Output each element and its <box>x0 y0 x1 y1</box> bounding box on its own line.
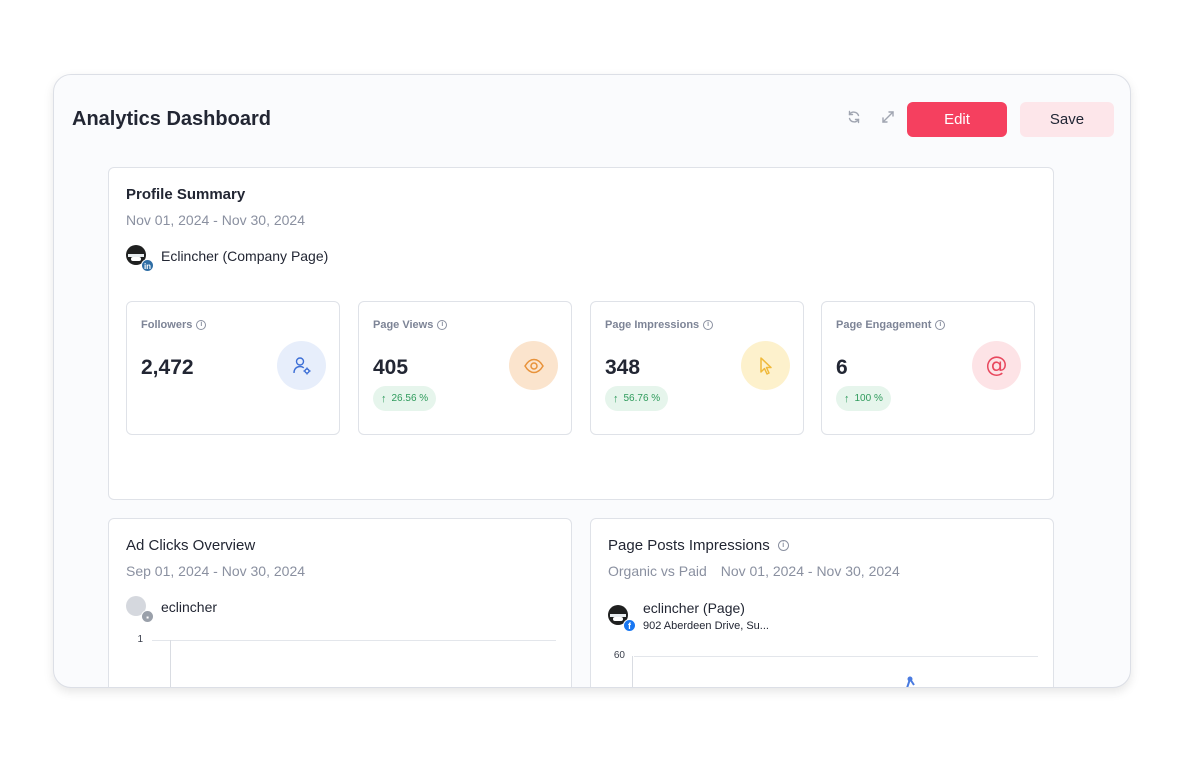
account-selector[interactable]: in Eclincher (Company Page) <box>126 244 329 272</box>
metric-value: 2,472 <box>141 356 194 379</box>
series-line <box>906 676 915 687</box>
trend-badge: ↑ 26.56 % <box>373 386 437 411</box>
avatar: in <box>126 245 154 272</box>
info-icon[interactable]: i <box>196 320 207 330</box>
metric-value: 405 <box>373 356 409 379</box>
account-address: 902 Aberdeen Drive, Su... <box>643 620 769 632</box>
page-title: Analytics Dashboard <box>72 108 271 130</box>
gridline <box>152 640 556 641</box>
y-axis <box>632 656 633 687</box>
linkedin-icon: in <box>141 259 154 272</box>
metric-label: Page Views <box>373 319 434 331</box>
expand-icon[interactable] <box>879 108 897 126</box>
info-icon[interactable]: i <box>777 540 789 551</box>
y-tick-label: 1 <box>137 634 143 645</box>
info-icon[interactable]: i <box>935 320 946 330</box>
eye-icon <box>509 341 558 390</box>
card-title: Profile Summary <box>126 186 246 203</box>
refresh-icon[interactable] <box>845 108 863 126</box>
gridline <box>634 656 1038 657</box>
card-title: Ad Clicks Overview <box>126 537 256 554</box>
y-tick-label: 60 <box>613 650 625 661</box>
arrow-up-icon: ↑ <box>844 392 850 405</box>
account-selector[interactable]: ▪ eclincher <box>126 595 218 623</box>
date-range: Nov 01, 2024 - Nov 30, 2024 <box>720 563 900 579</box>
y-axis <box>170 640 171 687</box>
edit-button[interactable]: Edit <box>907 102 1007 137</box>
trend-value: 26.56 % <box>391 393 429 404</box>
metric-label: Followers <box>141 319 193 331</box>
metric-label: Page Impressions <box>605 319 700 331</box>
metric-card-followers[interactable]: Followers i 2,472 <box>126 301 340 435</box>
arrow-up-icon: ↑ <box>381 392 387 405</box>
profile-summary-card: Profile Summary Nov 01, 2024 - Nov 30, 2… <box>108 167 1054 500</box>
date-range: Nov 01, 2024 - Nov 30, 2024 <box>126 212 306 228</box>
info-icon[interactable]: i <box>437 320 448 330</box>
avatar: ▪ <box>126 596 154 623</box>
save-button[interactable]: Save <box>1020 102 1114 137</box>
metric-card-page-engagement[interactable]: Page Engagement i 6 ↑ 100 % @ <box>821 301 1035 435</box>
ad-clicks-card: Ad Clicks Overview Sep 01, 2024 - Nov 30… <box>108 518 572 687</box>
dashboard-window: Analytics Dashboard Edit Save Profile Su… <box>53 74 1131 688</box>
trend-value: 100 % <box>854 393 883 404</box>
ads-icon: ▪ <box>141 610 154 623</box>
metric-card-page-impressions[interactable]: Page Impressions i 348 ↑ 56.76 % <box>590 301 804 435</box>
metric-label: Page Engagement <box>836 319 932 331</box>
arrow-up-icon: ↑ <box>613 392 619 405</box>
card-title: Page Posts Impressions <box>608 537 770 554</box>
chart-subtitle: Organic vs Paid <box>608 563 707 579</box>
metric-value: 348 <box>605 356 641 379</box>
trend-value: 56.76 % <box>623 393 661 404</box>
trend-badge: ↑ 100 % <box>836 386 891 411</box>
date-range: Sep 01, 2024 - Nov 30, 2024 <box>126 563 306 579</box>
page-posts-impressions-card: Page Posts Impressions i Organic vs Paid… <box>590 518 1054 687</box>
avatar: f <box>608 605 636 632</box>
account-selector[interactable]: f eclincher (Page) 902 Aberdeen Drive, S… <box>608 599 769 633</box>
ad-clicks-chart: 1 <box>126 634 556 687</box>
metric-value: 6 <box>836 356 848 379</box>
account-name: eclincher <box>161 599 218 615</box>
user-gear-icon <box>277 341 326 390</box>
metric-card-page-views[interactable]: Page Views i 405 ↑ 26.56 % <box>358 301 572 435</box>
info-icon[interactable]: i <box>703 320 714 330</box>
trend-badge: ↑ 56.76 % <box>605 386 669 411</box>
facebook-icon: f <box>623 619 636 632</box>
cursor-icon <box>741 341 790 390</box>
account-name: Eclincher (Company Page) <box>161 248 329 264</box>
account-name: eclincher (Page) <box>643 600 745 616</box>
at-icon: @ <box>972 341 1021 390</box>
page-posts-chart: 60 <box>608 649 1038 687</box>
